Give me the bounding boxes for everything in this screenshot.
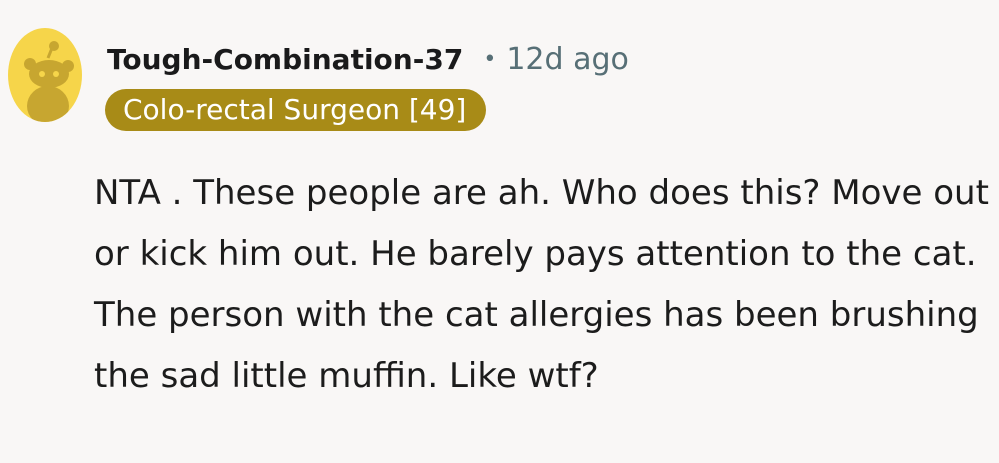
comment: Tough-Combination-37 • 12d ago Colo-rect…	[0, 0, 999, 463]
user-flair-badge: Colo-rectal Surgeon [49]	[105, 89, 487, 131]
comment-header: Tough-Combination-37 • 12d ago	[107, 37, 629, 81]
comment-body: NTA . These people are ah. Who does this…	[94, 173, 989, 396]
separator-dot: •	[483, 46, 497, 72]
username-link[interactable]: Tough-Combination-37	[107, 43, 463, 76]
timestamp-link[interactable]: 12d ago	[506, 42, 629, 77]
avatar[interactable]	[8, 28, 82, 122]
snoo-avatar-icon	[8, 28, 82, 122]
